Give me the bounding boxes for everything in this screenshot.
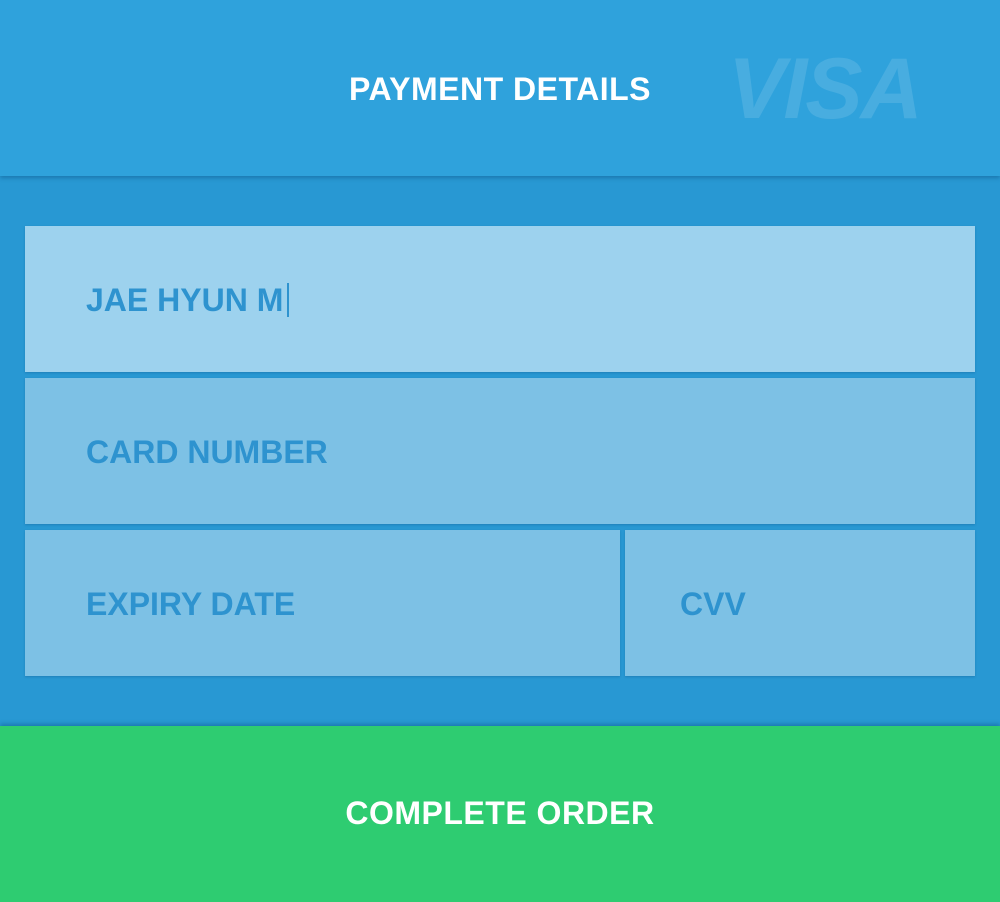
text-caret	[287, 282, 290, 317]
visa-logo-icon: VISA	[728, 41, 923, 137]
card-number-field[interactable]: CARD NUMBER	[25, 378, 975, 524]
cvv-placeholder: CVV	[680, 586, 746, 622]
expiry-date-field[interactable]: EXPIRY DATE	[25, 530, 620, 676]
card-number-placeholder: CARD NUMBER	[86, 434, 328, 470]
complete-order-button[interactable]: COMPLETE ORDER	[0, 726, 1000, 902]
cvv-field[interactable]: CVV	[625, 530, 975, 676]
payment-header: PAYMENT DETAILS VISA	[0, 0, 1000, 176]
expiry-date-placeholder: EXPIRY DATE	[86, 586, 296, 622]
cardholder-name-value: JAE HYUN M	[86, 226, 290, 372]
cardholder-name-field[interactable]: JAE HYUN M	[25, 226, 975, 372]
payment-form: JAE HYUN M CARD NUMBER EXPIRY DATE CVV	[0, 176, 1000, 726]
